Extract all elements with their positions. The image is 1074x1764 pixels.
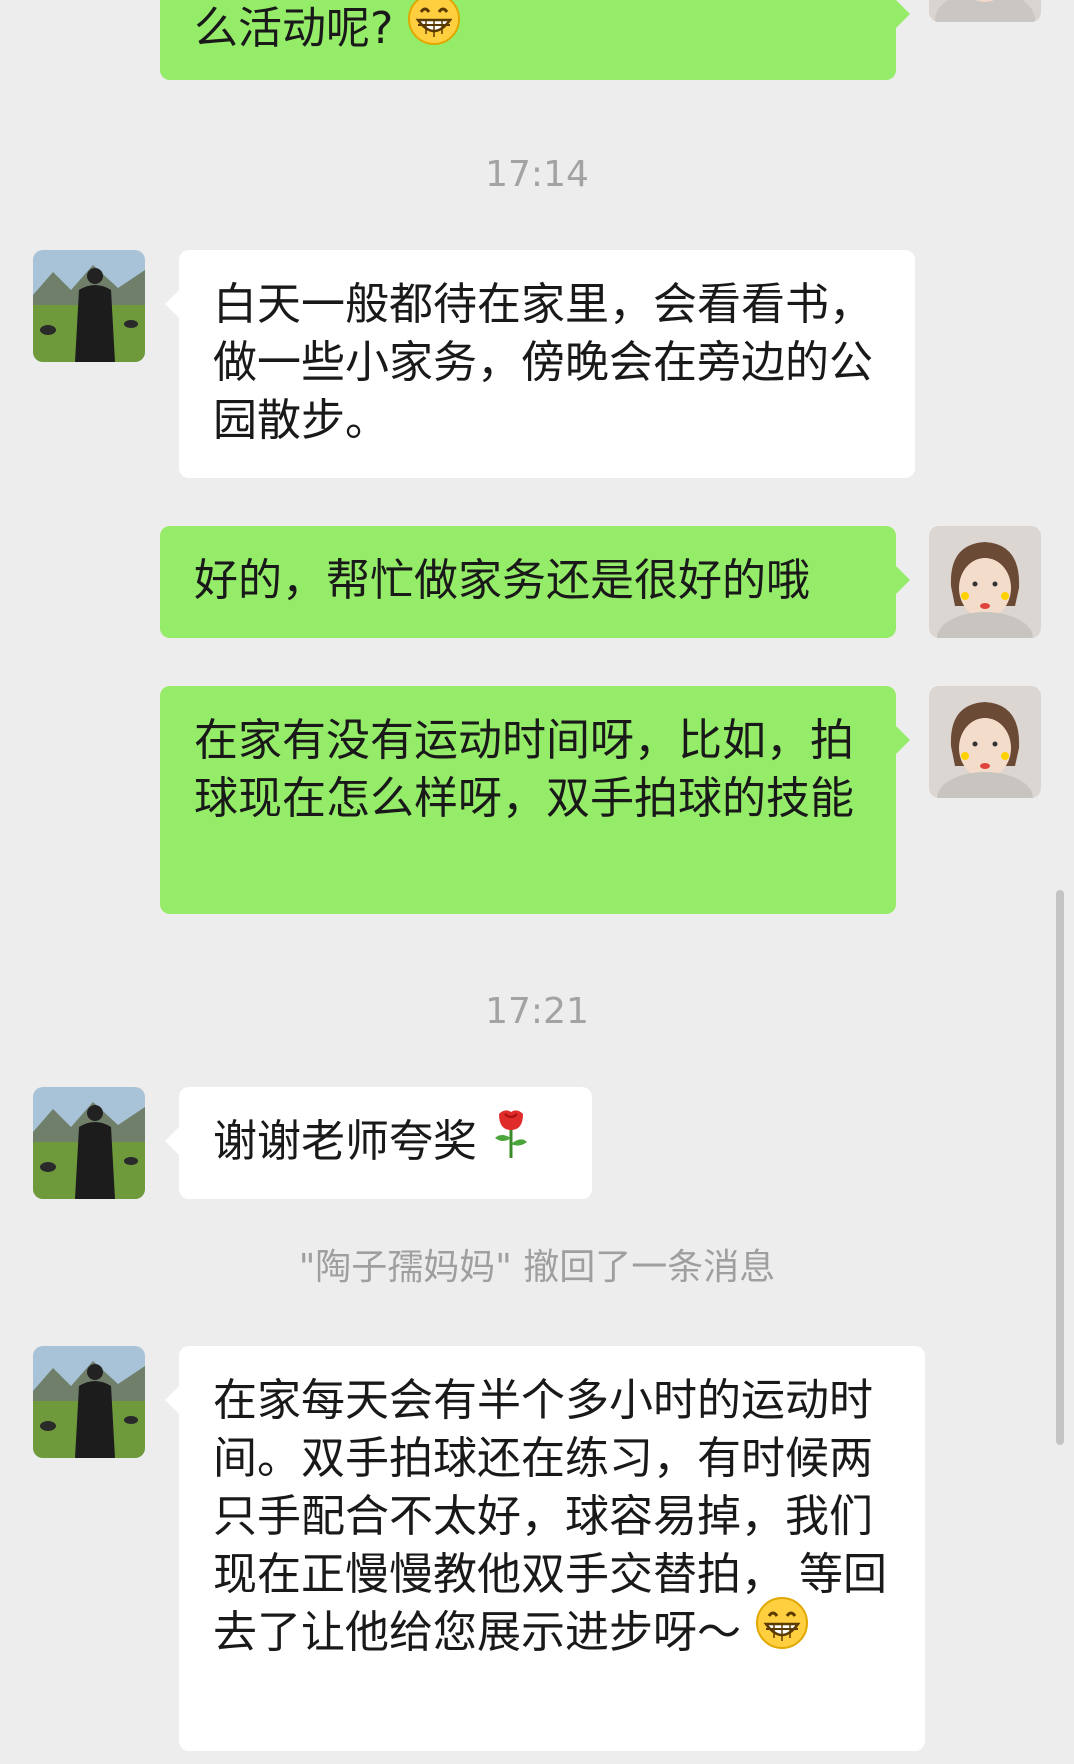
message-text: 谢谢老师夸奖	[213, 1116, 477, 1167]
scrollbar[interactable]	[1056, 890, 1064, 1445]
message-text: 么活动呢?	[194, 3, 394, 54]
message-bubble-sent[interactable]: 在家有没有运动时间呀，比如，拍球现在怎么样呀，双手拍球的技能	[160, 686, 910, 914]
self-avatar[interactable]	[929, 526, 1041, 638]
chat-area[interactable]: 么活动呢? 17:14 白天一般都待在家里，会看看书，做一些小家务，傍晚会在旁边…	[0, 0, 1074, 1764]
message-bubble-received[interactable]: 在家每天会有半个多小时的运动时间。双手拍球还在练习，有时候两只手配合不太好，球容…	[165, 1346, 925, 1751]
grinning-face-icon	[755, 1596, 809, 1665]
message-text: 好的，帮忙做家务还是很好的哦	[194, 555, 810, 606]
contact-avatar[interactable]	[33, 1346, 145, 1458]
self-avatar[interactable]	[929, 686, 1041, 798]
message-bubble-sent[interactable]: 好的，帮忙做家务还是很好的哦	[160, 526, 910, 638]
recall-notice: "陶子孺妈妈" 撤回了一条消息	[298, 1247, 776, 1288]
message-bubble-received[interactable]: 谢谢老师夸奖	[165, 1087, 592, 1199]
timestamp: 17:14	[485, 154, 589, 195]
contact-avatar[interactable]	[33, 1087, 145, 1199]
self-avatar[interactable]	[929, 0, 1041, 22]
contact-avatar[interactable]	[33, 250, 145, 362]
message-bubble-received[interactable]: 白天一般都待在家里，会看看书，做一些小家务，傍晚会在旁边的公园散步。	[165, 250, 915, 478]
rose-icon	[491, 1104, 531, 1175]
message-text: 在家有没有运动时间呀，比如，拍球现在怎么样呀，双手拍球的技能	[194, 715, 854, 824]
message-text: 白天一般都待在家里，会看看书，做一些小家务，傍晚会在旁边的公园散步。	[213, 279, 873, 446]
timestamp: 17:21	[485, 991, 589, 1032]
message-bubble-sent[interactable]: 么活动呢?	[160, 0, 910, 80]
grinning-face-icon	[407, 0, 461, 61]
